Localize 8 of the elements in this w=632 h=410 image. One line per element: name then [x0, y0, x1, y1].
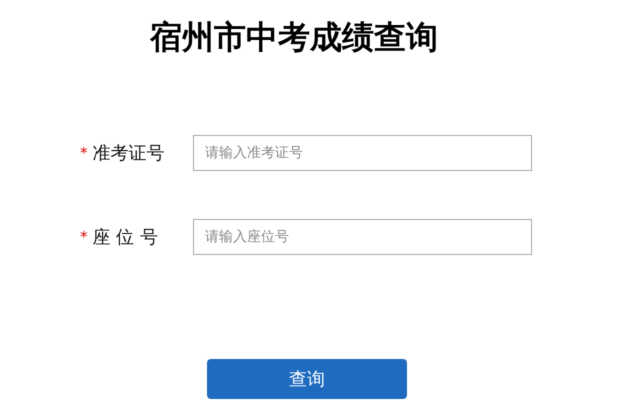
query-button[interactable]: 查询 [207, 359, 407, 399]
field-label: 准考证号 [92, 142, 164, 165]
field-label: 座 位 号 [92, 226, 158, 249]
input-field[interactable]: 请输入座位号 [193, 219, 532, 255]
page-title: 宿州市中考成绩查询 [148, 17, 438, 58]
required-mark: * [80, 228, 88, 246]
required-mark: * [80, 144, 88, 162]
input-field[interactable]: 请输入准考证号 [193, 135, 532, 171]
